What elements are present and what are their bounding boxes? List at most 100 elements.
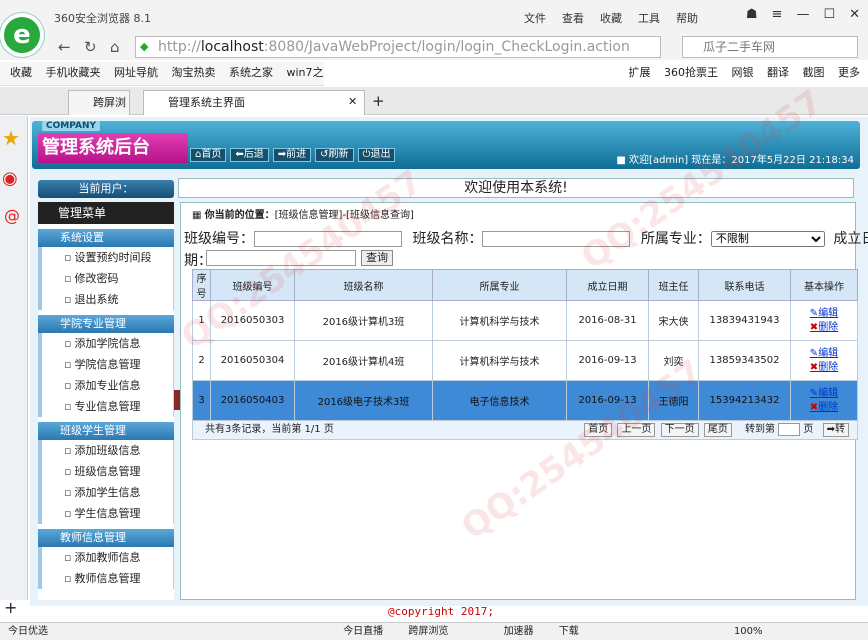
nav-refresh-button[interactable]: ↺刷新 xyxy=(315,148,354,162)
ops-cell: ✎编辑 ✖删除 xyxy=(790,380,858,421)
home-icon[interactable]: ⌂ xyxy=(110,38,120,56)
edit-link[interactable]: ✎编辑 xyxy=(791,307,857,321)
group-college[interactable]: 学院专业管理 xyxy=(38,315,174,333)
edit-link[interactable]: ✎编辑 xyxy=(791,387,857,401)
group-teacher[interactable]: 教师信息管理 xyxy=(38,529,174,547)
menu-view[interactable]: 查看 xyxy=(562,10,584,26)
menu-item-password[interactable]: 修改密码 xyxy=(38,268,174,289)
nav-forward-button[interactable]: ➡前进 xyxy=(272,148,312,162)
col-ops: 基本操作 xyxy=(790,269,858,301)
edit-link[interactable]: ✎编辑 xyxy=(791,347,857,361)
pager-page-input[interactable] xyxy=(778,422,801,436)
bookmark-win7[interactable]: win7之 xyxy=(287,62,324,84)
delete-link[interactable]: ✖删除 xyxy=(791,361,857,375)
major-select[interactable]: 不限制 xyxy=(710,231,825,247)
status-picks[interactable]: 今日优选 xyxy=(8,626,48,637)
menu-help[interactable]: 帮助 xyxy=(676,10,698,26)
bookmark-mobile[interactable]: 手机收藏夹 xyxy=(46,62,101,84)
status-zoom[interactable]: 100% xyxy=(734,626,763,637)
bookmark-syszj[interactable]: 系统之家 xyxy=(229,62,273,84)
group-class[interactable]: 班级学生管理 xyxy=(38,422,174,440)
tab-admin-main[interactable]: 管理系统主界面 xyxy=(143,90,365,115)
query-button[interactable]: 查询 xyxy=(361,250,393,266)
search-input[interactable]: 瓜子二手车网 xyxy=(682,36,858,58)
menu-tools[interactable]: 工具 xyxy=(638,10,660,26)
delete-link[interactable]: ✖删除 xyxy=(791,321,857,335)
bookmark-taobao[interactable]: 淘宝热卖 xyxy=(172,62,216,84)
more-button[interactable]: 更多 xyxy=(838,66,860,79)
delete-link[interactable]: ✖删除 xyxy=(791,401,857,415)
screenshot-button[interactable]: 截图 xyxy=(803,66,825,79)
menu-item-major-mgmt[interactable]: 专业信息管理 xyxy=(38,396,174,417)
menu-item-teacher-mgmt[interactable]: 教师信息管理 xyxy=(38,568,174,589)
table-header: 序号 班级编号 班级名称 所属专业 成立日期 班主任 联系电话 基本操作 xyxy=(192,269,858,301)
table-cell: 计算机科学与技术 xyxy=(432,300,567,341)
menu-title: 管理菜单 xyxy=(38,202,174,224)
menu-icon[interactable]: ≡ xyxy=(772,7,783,22)
menu-item-add-class[interactable]: 添加班级信息 xyxy=(38,440,174,461)
bookmark-favorites[interactable]: 收藏 xyxy=(10,62,32,84)
pager-first[interactable]: 首页 xyxy=(584,423,613,437)
menu-item-add-teacher[interactable]: 添加教师信息 xyxy=(38,547,174,568)
nav-logout-button[interactable]: ⏻退出 xyxy=(357,148,396,162)
menu-item-college-mgmt[interactable]: 学院信息管理 xyxy=(38,354,174,375)
bank-button[interactable]: 网银 xyxy=(732,66,754,79)
weibo-icon[interactable]: ◉ xyxy=(2,168,18,189)
url-host: localhost xyxy=(200,39,264,55)
nav-refresh-label: 刷新 xyxy=(328,149,349,160)
table-cell: 13839431943 xyxy=(698,300,791,341)
nav-logout-label: 退出 xyxy=(370,149,391,160)
close-icon[interactable]: ✕ xyxy=(849,7,860,22)
status-cross[interactable]: 跨屏浏览 xyxy=(408,626,448,637)
table-row[interactable]: 3 2016050403 2016级电子技术3班 电子信息技术 2016-09-13 王德… xyxy=(192,380,858,421)
url-path: :8080/JavaWebProject/login/login_CheckLo… xyxy=(263,39,630,55)
pager-last[interactable]: 尾页 xyxy=(703,423,732,437)
pager-prev[interactable]: 上一页 xyxy=(617,423,656,437)
edit-label: 编辑 xyxy=(818,387,839,399)
table-row[interactable]: 2 2016050304 2016级计算机4班 计算机科学与技术 2016-09-13 刘… xyxy=(192,340,858,381)
menu-item-reservation[interactable]: 设置预约时间段 xyxy=(38,247,174,268)
status-accel[interactable]: 加速器 xyxy=(504,626,534,637)
tab-close-icon[interactable]: ✕ xyxy=(348,95,357,108)
delete-label: 删除 xyxy=(818,401,839,413)
bookmark-nav[interactable]: 网址导航 xyxy=(114,62,158,84)
pager-next[interactable]: 下一页 xyxy=(660,423,699,437)
date-input[interactable] xyxy=(206,250,356,266)
minimize-icon[interactable]: — xyxy=(796,7,809,22)
menu-item-add-student[interactable]: 添加学生信息 xyxy=(38,482,174,503)
ticket-button[interactable]: 360抢票王 xyxy=(664,66,718,79)
address-bar[interactable]: http://localhost:8080/JavaWebProject/log… xyxy=(135,36,661,58)
table-row[interactable]: 1 2016050303 2016级计算机3班 计算机科学与技术 2016-08-31 宋… xyxy=(192,300,858,341)
ext-button[interactable]: 扩展 xyxy=(629,66,651,79)
menu-item-add-college[interactable]: 添加学院信息 xyxy=(38,333,174,354)
menu-item-class-mgmt[interactable]: 班级信息管理 xyxy=(38,461,174,482)
tab-cross-screen[interactable]: 跨屏浏览 xyxy=(68,90,130,133)
class-no-input[interactable] xyxy=(254,231,402,247)
menu-favorites[interactable]: 收藏 xyxy=(600,10,622,26)
translate-button[interactable]: 翻译 xyxy=(767,66,789,79)
browser-logo-icon: e xyxy=(0,13,44,57)
col-phone: 联系电话 xyxy=(698,269,791,301)
status-download[interactable]: 下载 xyxy=(559,626,579,637)
nav-back-button[interactable]: ⬅后退 xyxy=(230,148,269,162)
star-icon[interactable]: ★ xyxy=(2,126,20,150)
status-live[interactable]: 今日直播 xyxy=(343,626,383,637)
menu-item-student-mgmt[interactable]: 学生信息管理 xyxy=(38,503,174,524)
back-icon[interactable]: ← xyxy=(58,38,71,56)
menu-item-add-major[interactable]: 添加专业信息 xyxy=(38,375,174,396)
maximize-icon[interactable]: ☐ xyxy=(823,7,835,22)
skin-icon[interactable]: ☗ xyxy=(746,7,758,22)
refresh-icon[interactable]: ↻ xyxy=(84,38,97,56)
mail-icon[interactable]: @ xyxy=(4,206,20,225)
browser-name: 360安全浏览器 8.1 xyxy=(54,12,151,25)
welcome-info: ■ 欢迎[admin] 现在是：2017年5月22日 21:18:34 xyxy=(616,155,854,166)
class-name-input[interactable] xyxy=(482,231,631,247)
new-tab-icon[interactable]: + xyxy=(372,92,385,110)
menu-item-logout[interactable]: 退出系统 xyxy=(38,289,174,310)
nav-home-button[interactable]: ⌂首页 xyxy=(190,148,227,162)
menu-file[interactable]: 文件 xyxy=(524,10,546,26)
pager-go-button[interactable]: ➡转 xyxy=(822,423,849,437)
group-system[interactable]: 系统设置 xyxy=(38,229,174,247)
sidebar-add-icon[interactable]: + xyxy=(4,598,17,617)
table-cell: 电子信息技术 xyxy=(432,380,567,421)
